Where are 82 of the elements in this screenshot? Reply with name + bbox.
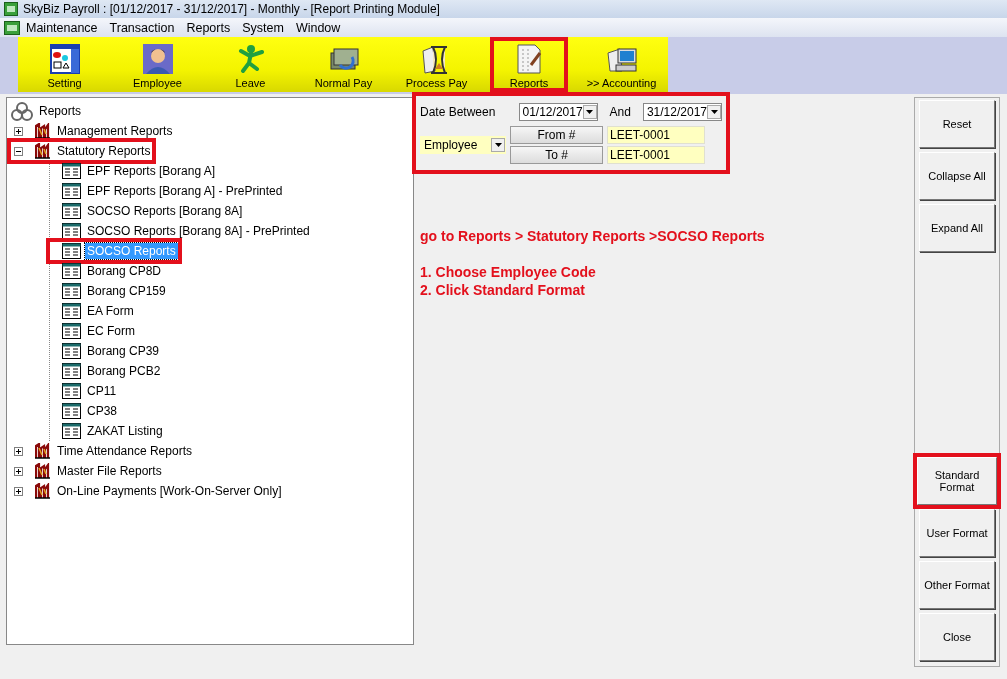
menu-item[interactable]: Window [289, 20, 347, 35]
side-button[interactable]: Reset [919, 100, 995, 148]
collapse-icon[interactable] [14, 146, 23, 156]
report-icon [62, 183, 81, 199]
toolbar-button[interactable]: Employee [111, 37, 204, 92]
chart-folder-icon [35, 483, 51, 499]
tree-item[interactable]: Master File Reports [55, 463, 164, 479]
app-icon [4, 2, 18, 16]
tree-item[interactable]: EC Form [85, 323, 137, 339]
expand-icon[interactable] [14, 126, 23, 136]
report-icon [62, 243, 81, 259]
report-icon [62, 423, 81, 439]
tree-item[interactable]: Borang CP8D [85, 263, 164, 279]
side-button[interactable]: Other Format [919, 561, 995, 609]
tree-item[interactable]: SOCSO Reports [Borang 8A] [85, 203, 245, 219]
report-icon [62, 403, 81, 419]
chart-folder-icon [35, 123, 51, 139]
toolbar-button[interactable]: Process Pay [390, 37, 483, 92]
report-icon [62, 283, 81, 299]
field-label: And [609, 105, 631, 119]
tree-item[interactable]: Reports [37, 103, 84, 119]
field-label: Date Between [420, 105, 496, 119]
side-button[interactable]: Close [919, 613, 995, 661]
expand-icon[interactable] [14, 446, 23, 456]
tree-item[interactable]: SOCSO Reports [Borang 8A] - PrePrinted [85, 223, 312, 239]
tree-root-icon [11, 101, 33, 121]
menu-item[interactable]: Transaction [103, 20, 181, 35]
report-icon [62, 363, 81, 379]
dropdown-field[interactable]: 01/12/2017 [518, 103, 598, 121]
instruction-text: go to Reports > Statutory Reports >SOCSO Reports [420, 227, 766, 245]
report-icon [62, 163, 81, 179]
tree-item[interactable]: Management Reports [55, 123, 175, 139]
tree-item[interactable]: ZAKAT Listing [85, 423, 165, 439]
toolbar-button[interactable]: >> Accounting [575, 37, 668, 92]
tree-item[interactable]: EPF Reports [Borang A] [85, 163, 218, 179]
to-button[interactable]: To # [510, 146, 603, 164]
tree-item[interactable]: CP38 [85, 403, 120, 419]
tree-item[interactable]: EA Form [85, 303, 136, 319]
expand-icon[interactable] [14, 466, 23, 476]
instruction-text: 1. Choose Employee Code [420, 263, 597, 281]
side-button[interactable]: Collapse All [919, 152, 995, 200]
chart-folder-icon [35, 443, 51, 459]
chart-folder-icon [35, 143, 51, 159]
dropdown-arrow-icon [494, 143, 502, 147]
dropdown-field[interactable]: 31/12/2017 [642, 103, 722, 121]
tree-item[interactable]: Borang PCB2 [85, 363, 163, 379]
toolbar-button[interactable]: Leave [204, 37, 297, 92]
toolbar-button[interactable]: Reports [490, 37, 568, 92]
menu-item[interactable]: Reports [180, 20, 237, 35]
side-button[interactable]: Expand All [919, 204, 995, 252]
side-button[interactable]: User Format [919, 509, 995, 557]
dropdown-arrow-icon [710, 110, 718, 114]
toolbar-button[interactable]: Setting [18, 37, 111, 92]
dropdown-arrow-icon [586, 110, 594, 114]
input-field[interactable]: LEET-0001 [607, 126, 705, 144]
settings-icon [48, 43, 81, 75]
report-icon [62, 303, 81, 319]
menu-item[interactable]: Maintenance [20, 20, 104, 35]
chart-folder-icon [35, 463, 51, 479]
app-icon [4, 20, 20, 35]
dropdown-field[interactable]: Employee [420, 136, 506, 154]
tree-item[interactable]: On-Line Payments [Work-On-Server Only] [55, 483, 284, 499]
tree-item[interactable]: Time Attendance Reports [55, 443, 194, 459]
report-icon [62, 223, 81, 239]
menu-item[interactable]: System [236, 20, 290, 35]
tree-item[interactable]: Statutory Reports [55, 143, 153, 159]
report-icon [62, 343, 81, 359]
report-icon [62, 383, 81, 399]
input-field[interactable]: LEET-0001 [607, 146, 705, 164]
toolbar-button[interactable]: Normal Pay [297, 37, 390, 92]
tree-item[interactable]: Borang CP39 [85, 343, 162, 359]
from-button[interactable]: From # [510, 126, 603, 144]
tree-item[interactable]: EPF Reports [Borang A] - PrePrinted [85, 183, 285, 199]
tree-item[interactable]: CP11 [85, 383, 119, 399]
report-icon [62, 263, 81, 279]
expand-icon[interactable] [14, 486, 23, 496]
window-title: SkyBiz Payroll : [01/12/2017 - 31/12/2017] - Monthly - [Report Printing Module] [23, 2, 440, 16]
person-icon [141, 43, 174, 75]
report-icon [62, 203, 81, 219]
report-icon [62, 323, 81, 339]
tree-item[interactable]: Borang CP159 [85, 283, 168, 299]
instruction-text: 2. Click Standard Format [420, 281, 586, 299]
